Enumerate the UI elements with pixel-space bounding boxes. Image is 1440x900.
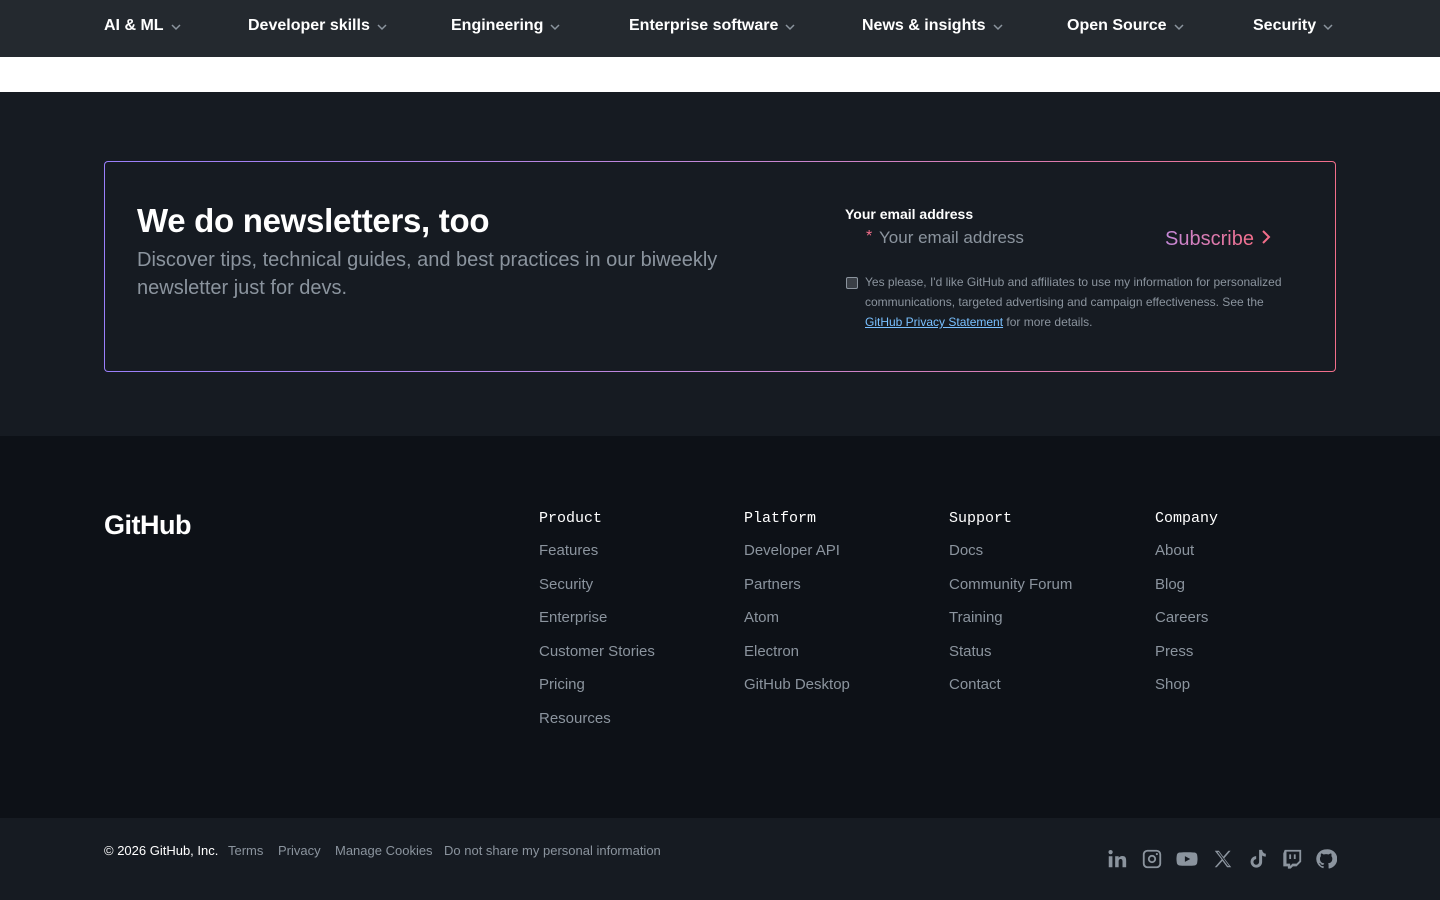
privacy-link[interactable]: Privacy	[278, 843, 321, 858]
copyright-text: © 2026 GitHub, Inc.	[104, 843, 219, 858]
footer-link-customer-stories[interactable]: Customer Stories	[539, 642, 655, 676]
tiktok-icon[interactable]	[1247, 848, 1269, 870]
nav-item-engineering[interactable]: Engineering	[451, 17, 561, 35]
top-navigation: AI & ML Developer skills Engineering Ent…	[0, 0, 1440, 57]
footer-link-security[interactable]: Security	[539, 575, 655, 609]
subscribe-button[interactable]: Subscribe	[1165, 224, 1272, 254]
footer-column-support: Support Docs Community Forum Training St…	[949, 510, 1072, 709]
footer-link-resources[interactable]: Resources	[539, 709, 655, 743]
email-field[interactable]	[879, 224, 1149, 252]
footer-column-product: Product Features Security Enterprise Cus…	[539, 510, 655, 742]
chevron-down-icon	[170, 20, 182, 32]
chevron-down-icon	[549, 20, 561, 32]
nav-item-news-insights[interactable]: News & insights	[862, 17, 1004, 35]
chevron-down-icon	[376, 20, 388, 32]
site-footer: GitHub Product Features Security Enterpr…	[0, 436, 1440, 818]
nav-item-developer-skills[interactable]: Developer skills	[248, 17, 388, 35]
github-icon[interactable]	[1315, 848, 1338, 870]
footer-column-company: Company About Blog Careers Press Shop	[1155, 510, 1218, 709]
column-heading: Company	[1155, 510, 1219, 527]
chevron-down-icon	[1173, 20, 1185, 32]
footer-link-status[interactable]: Status	[949, 642, 1072, 676]
footer-link-blog[interactable]: Blog	[1155, 575, 1218, 609]
nav-item-security[interactable]: Security	[1253, 17, 1334, 35]
chevron-down-icon	[784, 20, 796, 32]
consent-checkbox[interactable]	[846, 277, 858, 289]
twitch-icon[interactable]	[1281, 848, 1303, 870]
newsletter-title: We do newsletters, too	[137, 202, 490, 239]
footer-link-pricing[interactable]: Pricing	[539, 675, 655, 709]
column-heading: Support	[949, 510, 1013, 527]
column-heading: Product	[539, 510, 603, 527]
email-label: Your email address	[845, 206, 974, 222]
footer-link-developer-api[interactable]: Developer API	[744, 541, 850, 575]
instagram-icon[interactable]	[1141, 848, 1163, 870]
footer-link-electron[interactable]: Electron	[744, 642, 850, 676]
nav-item-label: Engineering	[451, 17, 544, 34]
nav-item-label: News & insights	[862, 17, 986, 34]
chevron-right-icon	[1260, 228, 1272, 251]
terms-link[interactable]: Terms	[228, 843, 263, 858]
do-not-share-link[interactable]: Do not share my personal information	[444, 843, 661, 858]
nav-item-open-source[interactable]: Open Source	[1067, 17, 1185, 35]
footer-link-github-desktop[interactable]: GitHub Desktop	[744, 675, 850, 709]
consent-suffix: for more details.	[1006, 315, 1093, 329]
chevron-down-icon	[992, 20, 1004, 32]
nav-item-enterprise-software[interactable]: Enterprise software	[629, 17, 796, 35]
newsletter-description: Discover tips, technical guides, and bes…	[137, 249, 718, 299]
footer-link-docs[interactable]: Docs	[949, 541, 1072, 575]
footer-link-press[interactable]: Press	[1155, 642, 1218, 676]
youtube-icon[interactable]	[1175, 848, 1199, 870]
newsletter-section: We do newsletters, too Discover tips, te…	[0, 92, 1440, 436]
newsletter-card: We do newsletters, too Discover tips, te…	[104, 161, 1336, 372]
footer-bottom-bar: © 2026 GitHub, Inc. Terms Privacy Manage…	[0, 818, 1440, 900]
nav-item-label: Security	[1253, 17, 1317, 34]
footer-link-features[interactable]: Features	[539, 541, 655, 575]
column-heading: Platform	[744, 510, 817, 527]
nav-item-label: AI & ML	[104, 17, 164, 34]
footer-link-shop[interactable]: Shop	[1155, 675, 1218, 709]
consent-body: Yes please, I'd like GitHub and affiliat…	[865, 275, 1282, 309]
chevron-down-icon	[1322, 20, 1334, 32]
manage-cookies-link[interactable]: Manage Cookies	[335, 843, 433, 858]
nav-item-ai-ml[interactable]: AI & ML	[104, 17, 182, 35]
content-strip	[0, 57, 1440, 92]
privacy-statement-link[interactable]: GitHub Privacy Statement	[865, 315, 1003, 329]
x-icon[interactable]	[1212, 848, 1234, 870]
linkedin-icon[interactable]	[1106, 848, 1128, 870]
footer-link-contact[interactable]: Contact	[949, 675, 1072, 709]
footer-link-atom[interactable]: Atom	[744, 608, 850, 642]
footer-link-community-forum[interactable]: Community Forum	[949, 575, 1072, 609]
footer-link-careers[interactable]: Careers	[1155, 608, 1218, 642]
subscribe-label: Subscribe	[1165, 227, 1254, 250]
footer-link-partners[interactable]: Partners	[744, 575, 850, 609]
footer-link-about[interactable]: About	[1155, 541, 1218, 575]
nav-item-label: Open Source	[1067, 17, 1167, 34]
footer-column-platform: Platform Developer API Partners Atom Ele…	[744, 510, 850, 709]
github-logo[interactable]: GitHub	[104, 510, 191, 541]
nav-item-label: Enterprise software	[629, 17, 779, 34]
footer-link-enterprise[interactable]: Enterprise	[539, 608, 655, 642]
footer-link-training[interactable]: Training	[949, 608, 1072, 642]
nav-item-label: Developer skills	[248, 17, 370, 34]
consent-text: Yes please, I'd like GitHub and affiliat…	[865, 272, 1310, 332]
required-mark: *	[866, 228, 873, 245]
